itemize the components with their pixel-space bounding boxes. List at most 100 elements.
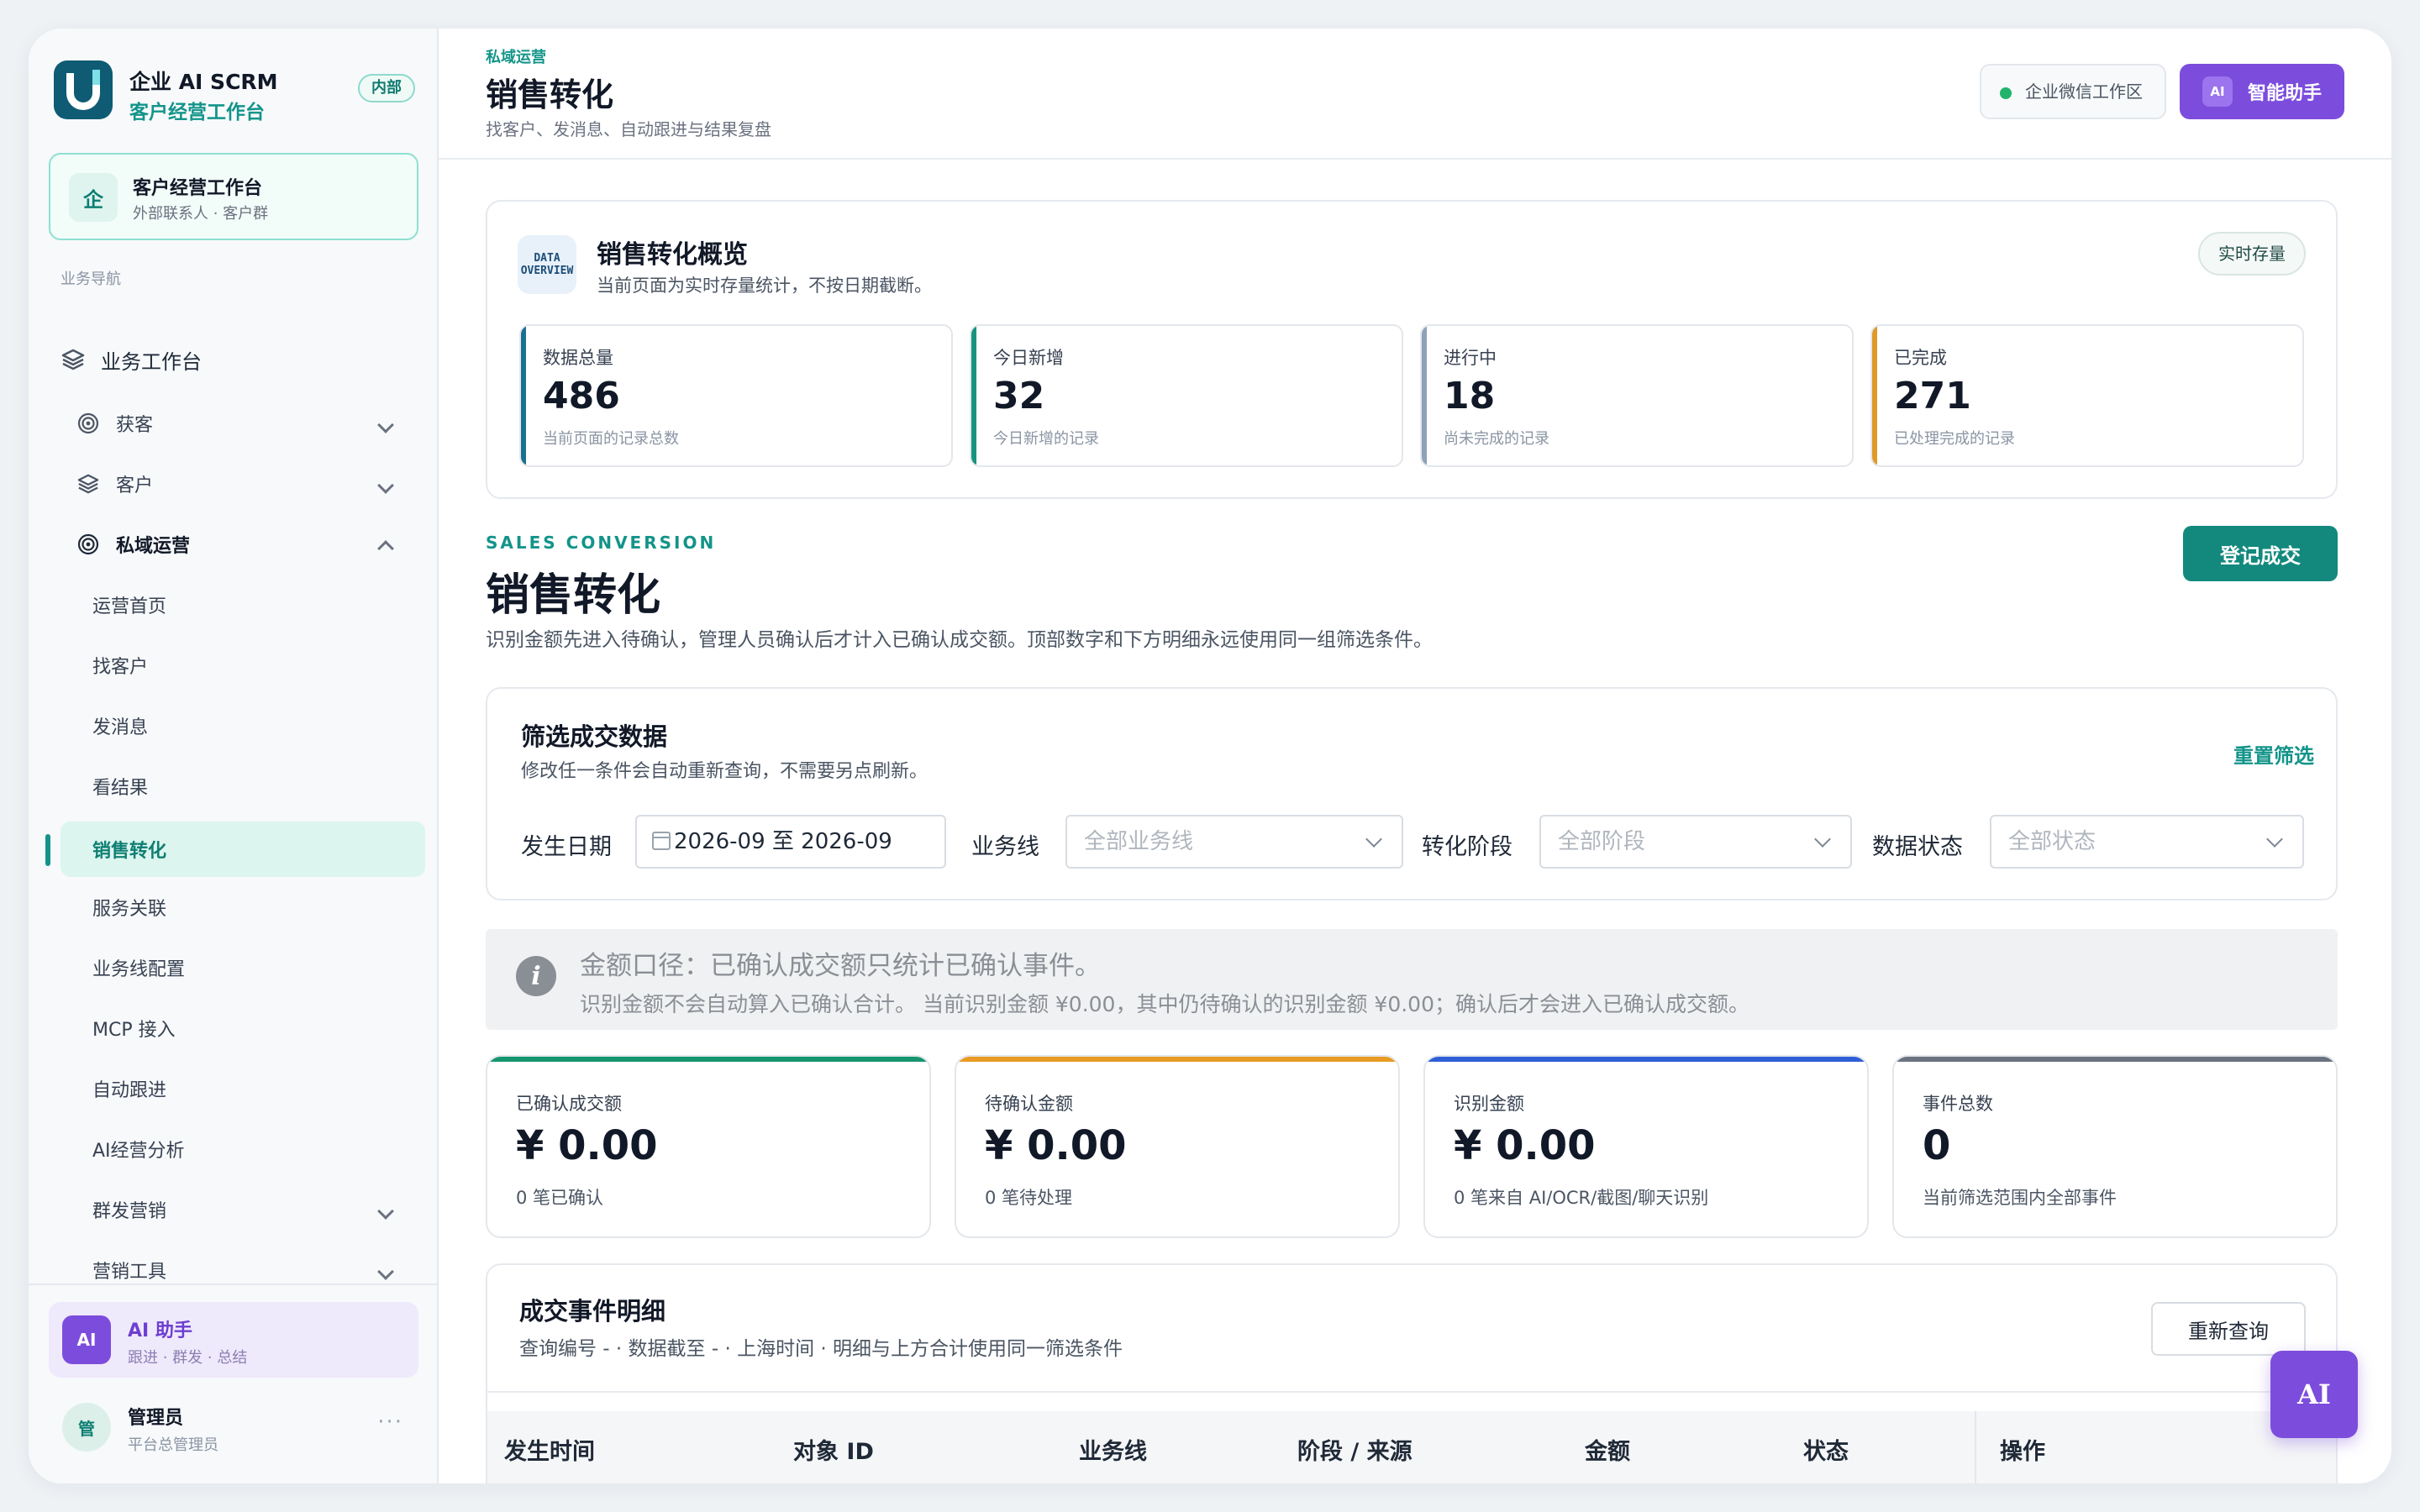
sidebar-item-find-customer[interactable]: 找客户 xyxy=(76,638,422,692)
sidebar-item-label: 业务工作台 xyxy=(101,349,202,374)
sidebar-item-ops-home[interactable]: 运营首页 xyxy=(76,578,422,632)
ai-floating-button[interactable]: AI xyxy=(2270,1351,2358,1438)
info-icon: i xyxy=(516,956,556,996)
sidebar-group-private[interactable]: 私域运营 xyxy=(76,517,422,571)
user-profile[interactable]: 管 管理员 平台总管理员 ··· xyxy=(49,1393,418,1463)
ai-avatar: AI xyxy=(62,1315,111,1364)
sidebar-item-label: 业务线配置 xyxy=(92,959,186,980)
chevron-down-icon xyxy=(377,1262,394,1283)
column-header-stage-source[interactable]: 阶段 / 来源 xyxy=(1297,1433,1413,1466)
metric-pending-amount: 待确认金额 ¥ 0.00 0 笔待处理 xyxy=(955,1055,1400,1238)
stage-placeholder: 全部阶段 xyxy=(1558,829,1646,854)
register-deal-button[interactable]: 登记成交 xyxy=(2183,526,2338,581)
target-icon xyxy=(76,532,101,557)
reset-filter-button[interactable]: 重置筛选 xyxy=(2233,739,2314,769)
metric-value: 0 xyxy=(1923,1122,1951,1169)
stat-in-progress: 进行中 18 尚未完成的记录 xyxy=(1420,324,1854,467)
chevron-down-icon xyxy=(377,1201,394,1222)
stat-label: 数据总量 xyxy=(543,348,613,368)
table-header: 发生时间 对象 ID 业务线 阶段 / 来源 金额 状态 操作 xyxy=(487,1411,2336,1483)
column-header-object-id[interactable]: 对象 ID xyxy=(793,1433,874,1466)
layers-icon xyxy=(60,347,86,372)
more-icon[interactable]: ··· xyxy=(377,1410,403,1435)
notice-title: 金额口径：已确认成交额只统计已确认事件。 xyxy=(580,951,1101,981)
stat-desc: 当前页面的记录总数 xyxy=(543,430,679,448)
sidebar-group-acquire[interactable]: 获客 xyxy=(76,396,422,450)
topbar: 私域运营 销售转化 找客户、发消息、自动跟进与结果复盘 企业微信工作区 AI 智… xyxy=(439,29,2391,160)
deal-events-table-card: 成交事件明细 查询编号 - · 数据截至 - · 上海时间 · 明细与上方合计使… xyxy=(486,1263,2338,1483)
ai-assistant-subtitle: 跟进 · 群发 · 总结 xyxy=(128,1349,248,1367)
stat-total: 数据总量 486 当前页面的记录总数 xyxy=(519,324,953,467)
metric-accent-bar xyxy=(1894,1057,2336,1062)
app-window: 企业 AI SCRM 客户经营工作台 内部 企 客户经营工作台 外部联系人 · … xyxy=(29,29,2391,1483)
table-divider xyxy=(487,1391,2336,1393)
sidebar-item-label: 发消息 xyxy=(92,717,149,738)
sidebar-item-send-message[interactable]: 发消息 xyxy=(76,699,422,753)
metric-value: ¥ 0.00 xyxy=(516,1122,658,1169)
ai-assistant-title: AI 助手 xyxy=(128,1320,192,1341)
workspace-switcher[interactable]: 企 客户经营工作台 外部联系人 · 客户群 xyxy=(49,153,418,240)
stage-select[interactable]: 全部阶段 xyxy=(1539,815,1852,869)
sidebar-item-auto-followup[interactable]: 自动跟进 xyxy=(76,1062,422,1116)
business-line-select[interactable]: 全部业务线 xyxy=(1065,815,1403,869)
date-range-picker[interactable]: 2026-09 至 2026-09 xyxy=(635,815,946,869)
column-header-amount[interactable]: 金额 xyxy=(1585,1433,1630,1466)
metric-label: 识别金额 xyxy=(1454,1094,1524,1114)
sidebar: 企业 AI SCRM 客户经营工作台 内部 企 客户经营工作台 外部联系人 · … xyxy=(29,29,439,1483)
breadcrumb[interactable]: 私域运营 xyxy=(486,45,546,67)
column-header-time[interactable]: 发生时间 xyxy=(504,1433,595,1466)
icon-text-overview: OVERVIEW xyxy=(520,265,574,277)
stat-accent-bar xyxy=(521,326,526,465)
sidebar-group-marketing-tools[interactable]: 营销工具 xyxy=(76,1243,422,1297)
metric-accent-bar xyxy=(956,1057,1398,1062)
avatar: 管 xyxy=(62,1403,111,1452)
metric-label: 已确认成交额 xyxy=(516,1094,622,1114)
column-separator xyxy=(1975,1411,1976,1483)
overview-title: 销售转化概览 xyxy=(597,240,748,270)
status-select[interactable]: 全部状态 xyxy=(1990,815,2304,869)
events-title: 成交事件明细 xyxy=(519,1297,666,1326)
sidebar-item-ai-analysis[interactable]: AI经营分析 xyxy=(76,1122,422,1176)
stage-label: 转化阶段 xyxy=(1422,834,1512,860)
column-header-business-line[interactable]: 业务线 xyxy=(1079,1433,1147,1466)
section-eyebrow: SALES CONVERSION xyxy=(486,533,717,553)
stat-value: 486 xyxy=(543,375,620,417)
sidebar-item-mcp-access[interactable]: MCP 接入 xyxy=(76,1001,422,1055)
stat-value: 32 xyxy=(993,375,1045,417)
chevron-down-icon xyxy=(1814,831,1831,848)
sidebar-item-label: 群发营销 xyxy=(92,1201,167,1222)
status-label: 数据状态 xyxy=(1872,834,1963,860)
brand-logo xyxy=(54,60,113,119)
sidebar-item-view-results[interactable]: 看结果 xyxy=(76,759,422,813)
ai-assistant-card[interactable]: AI AI 助手 跟进 · 群发 · 总结 xyxy=(49,1302,418,1378)
sidebar-item-sales-conversion[interactable]: 销售转化 xyxy=(60,822,425,877)
sidebar-divider xyxy=(29,1284,437,1285)
brand: 企业 AI SCRM 客户经营工作台 内部 xyxy=(54,60,415,124)
wecom-workspace-chip[interactable]: 企业微信工作区 xyxy=(1980,64,2166,119)
layers-icon xyxy=(76,471,101,496)
smart-assistant-button[interactable]: AI 智能助手 xyxy=(2180,64,2344,119)
events-subtitle: 查询编号 - · 数据截至 - · 上海时间 · 明细与上方合计使用同一筛选条件 xyxy=(519,1338,1123,1360)
requery-button[interactable]: 重新查询 xyxy=(2151,1302,2306,1356)
chevron-down-icon xyxy=(377,415,394,436)
user-name: 管理员 xyxy=(128,1408,184,1429)
page-subtitle: 找客户、发消息、自动跟进与结果复盘 xyxy=(486,119,771,139)
metric-label: 待确认金额 xyxy=(985,1094,1073,1114)
wecom-label: 企业微信工作区 xyxy=(2025,81,2143,102)
workspace-subtitle: 外部联系人 · 客户群 xyxy=(133,205,269,223)
section-title: 销售转化 xyxy=(486,570,661,621)
brand-subtitle: 客户经营工作台 xyxy=(129,102,265,123)
sidebar-group-mass-marketing[interactable]: 群发营销 xyxy=(76,1183,422,1236)
sidebar-group-customer[interactable]: 客户 xyxy=(76,457,422,511)
column-header-status[interactable]: 状态 xyxy=(1803,1433,1849,1466)
metric-confirmed-amount: 已确认成交额 ¥ 0.00 0 笔已确认 xyxy=(486,1055,931,1238)
stat-desc: 尚未完成的记录 xyxy=(1444,430,1549,448)
sidebar-item-label: 营销工具 xyxy=(92,1262,167,1283)
stat-accent-bar xyxy=(971,326,976,465)
metric-label: 事件总数 xyxy=(1923,1094,1993,1114)
sidebar-item-service-link[interactable]: 服务关联 xyxy=(76,880,422,934)
metric-desc: 当前筛选范围内全部事件 xyxy=(1923,1188,2117,1208)
sidebar-item-business-line-config[interactable]: 业务线配置 xyxy=(76,941,422,995)
metric-recognized-amount: 识别金额 ¥ 0.00 0 笔来自 AI/OCR/截图/聊天识别 xyxy=(1423,1055,1869,1238)
sidebar-item-workbench[interactable]: 业务工作台 xyxy=(60,333,422,386)
